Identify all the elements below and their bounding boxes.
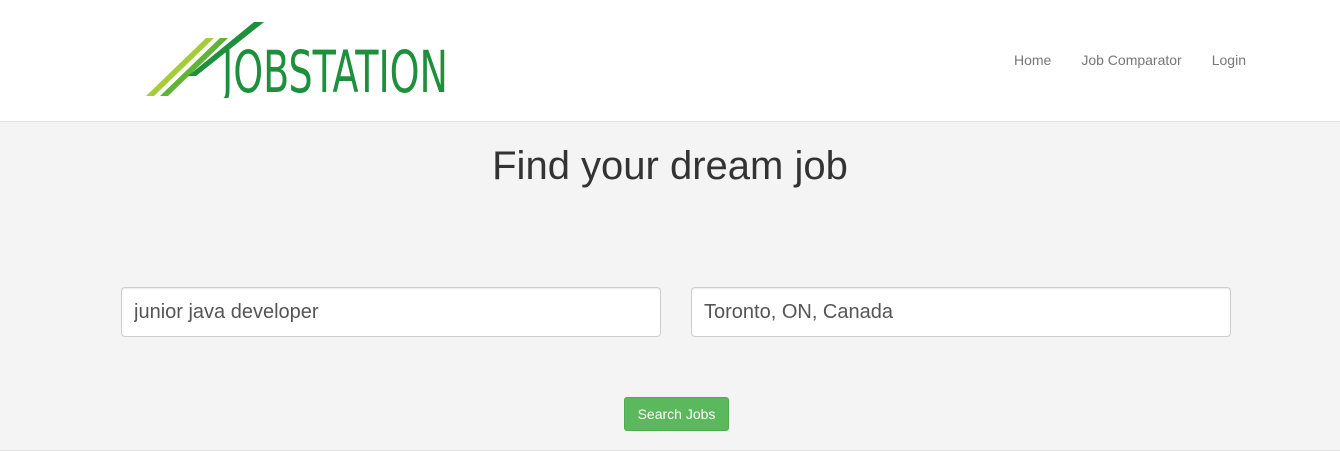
nav-login-link[interactable]: Login	[1212, 52, 1246, 68]
search-hero: Find your dream job Search Jobs	[0, 122, 1340, 451]
main-nav: Home Job Comparator Login	[1014, 52, 1246, 68]
nav-home-link[interactable]: Home	[1014, 52, 1051, 68]
page-title: Find your dream job	[492, 144, 848, 188]
logo-graphic: JOBSTATION	[146, 22, 448, 98]
nav-job-comparator-link[interactable]: Job Comparator	[1081, 52, 1181, 68]
job-location-input[interactable]	[691, 287, 1231, 337]
jobstation-logo[interactable]: JOBSTATION	[146, 20, 450, 98]
job-keywords-input[interactable]	[121, 287, 661, 337]
site-header: JOBSTATION Home Job Comparator Login	[0, 0, 1340, 122]
logo-wordmark: JOBSTATION	[220, 38, 448, 98]
search-jobs-button[interactable]: Search Jobs	[624, 397, 729, 431]
logo-stripe-mid	[160, 38, 228, 96]
